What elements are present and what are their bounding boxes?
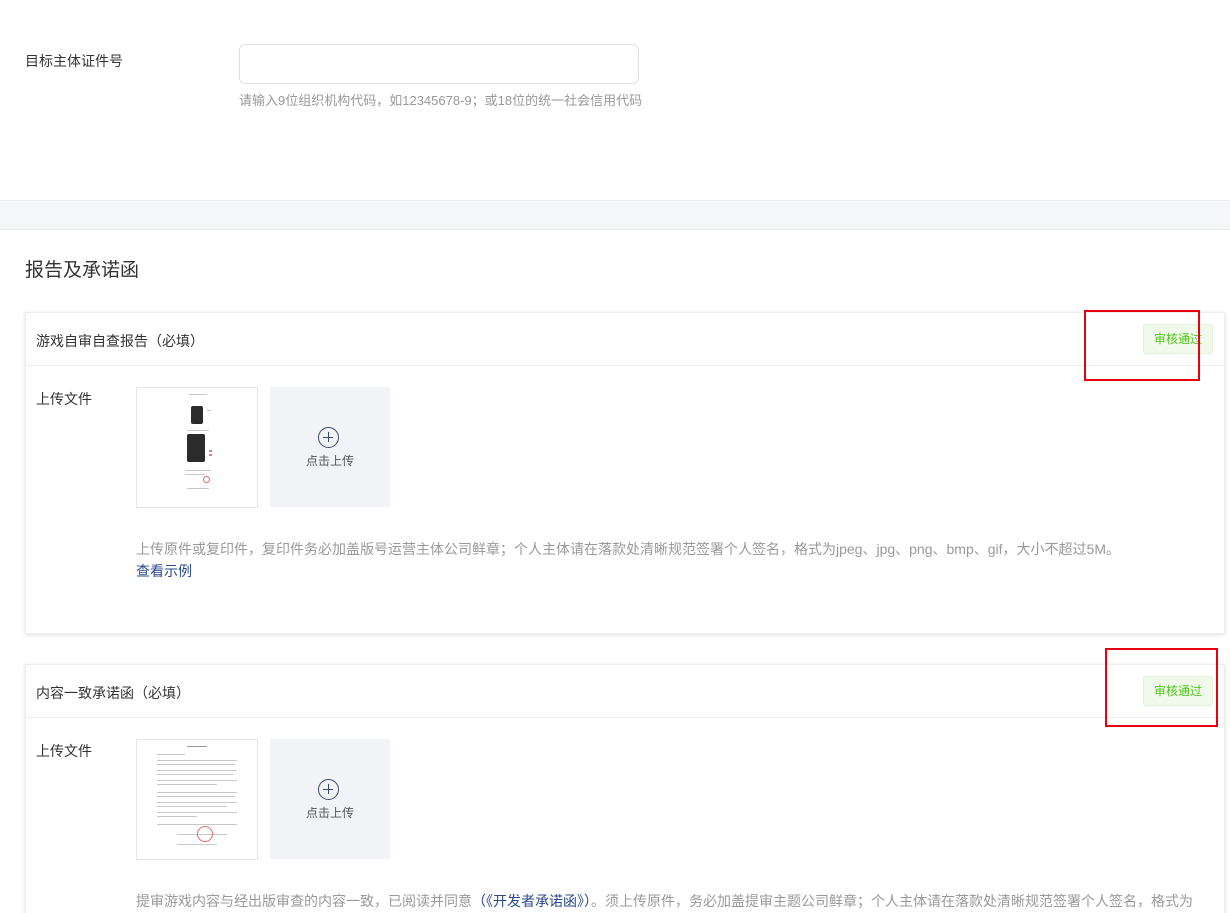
card-title: 游戏自审自查报告（必填） — [36, 333, 204, 349]
uploaded-file-thumbnail[interactable] — [136, 387, 258, 508]
view-example-link[interactable]: 查看示例 — [136, 561, 192, 581]
section-title: 报告及承诺函 — [25, 260, 140, 281]
uploaded-file-thumbnail[interactable] — [136, 739, 258, 860]
description-text: 提审游戏内容与经出版审查的内容一致，已阅读并同意 — [136, 893, 472, 909]
credential-label: 目标主体证件号 — [25, 53, 123, 69]
developer-commitment-link[interactable]: （《开发者承诺函》） — [472, 893, 591, 909]
plus-circle-icon — [318, 427, 339, 448]
status-badge: 审核通过 — [1142, 676, 1213, 706]
plus-circle-icon — [318, 779, 339, 800]
upload-button-label: 点击上传 — [305, 454, 354, 468]
upload-button[interactable]: 点击上传 — [270, 739, 390, 859]
upload-description: 提审游戏内容与经出版审查的内容一致，已阅读并同意（《开发者承诺函》）。须上传原件… — [136, 891, 1193, 911]
upload-button[interactable]: 点击上传 — [270, 387, 390, 507]
credential-hint: 请输入9位组织机构代码，如12345678-9；或18位的统一社会信用代码 — [239, 93, 643, 108]
content-consistency-card: 内容一致承诺函（必填） 审核通过 上传文件 点击上传 提审游戏内容与经出版审查的… — [25, 664, 1225, 913]
card-title: 内容一致承诺函（必填） — [36, 685, 190, 701]
upload-label: 上传文件 — [36, 391, 92, 407]
upload-description: 上传原件或复印件，复印件务必加盖版号运营主体公司鲜章；个人主体请在落款处清晰规范… — [136, 541, 1120, 557]
upload-button-label: 点击上传 — [305, 806, 354, 820]
upload-label: 上传文件 — [36, 743, 92, 759]
credential-input[interactable] — [239, 44, 639, 84]
page: 目标主体证件号 请输入9位组织机构代码，如12345678-9；或18位的统一社… — [0, 0, 1230, 913]
card-header: 游戏自审自查报告（必填） 审核通过 — [26, 313, 1224, 366]
card-header: 内容一致承诺函（必填） 审核通过 — [26, 665, 1224, 718]
section-divider — [0, 200, 1230, 230]
credential-form-row: 目标主体证件号 请输入9位组织机构代码，如12345678-9；或18位的统一社… — [0, 0, 1230, 200]
status-badge: 审核通过 — [1142, 324, 1213, 354]
description-text: 。须上传原件，务必加盖提审主题公司鲜章；个人主体请在落款处清晰规范签署个人签名，… — [591, 893, 1193, 909]
self-review-report-card: 游戏自审自查报告（必填） 审核通过 上传文件 点击上传 上传原件或复印件，复印件… — [25, 312, 1225, 634]
